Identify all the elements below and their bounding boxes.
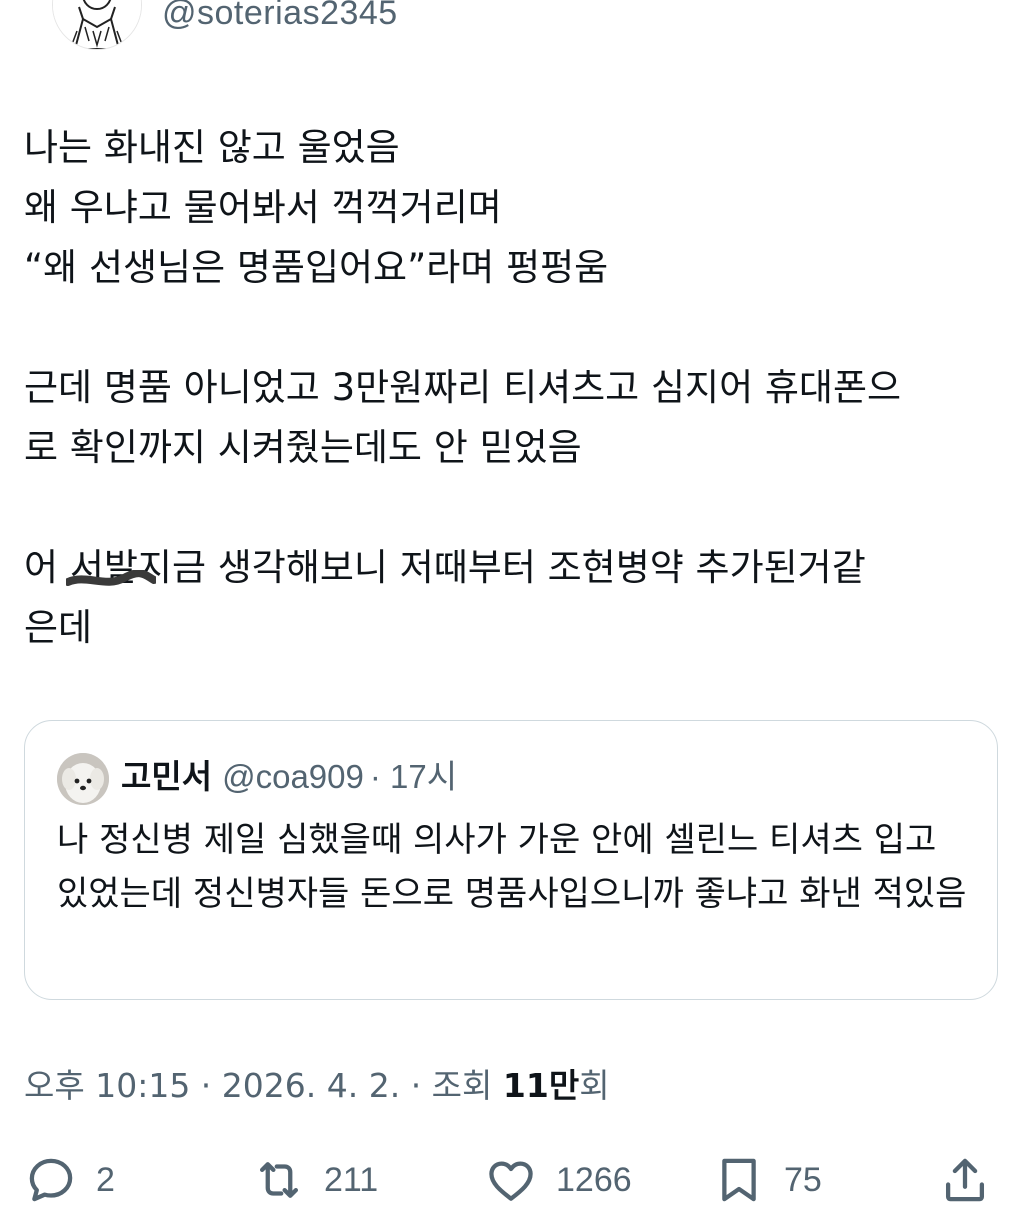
quote-avatar[interactable] — [57, 753, 109, 805]
bookmark-count: 75 — [784, 1160, 822, 1199]
share-button[interactable] — [938, 1148, 1010, 1212]
retweet-icon — [259, 1162, 299, 1198]
retweet-count: 211 — [324, 1160, 379, 1199]
tweet-paragraph-1: 나는 화내진 않고 울었음 왜 우냐고 물어봐서 꺽꺽거리며 “왜 선생님은 명… — [24, 126, 609, 289]
bookmark-icon — [722, 1158, 756, 1202]
reply-icon — [29, 1158, 73, 1202]
bookmark-button[interactable]: 75 — [712, 1148, 822, 1212]
tweet-timestamp[interactable]: 오후 10:15 · 2026. 4. 2. · 조회 — [24, 1066, 503, 1105]
quote-header: 고민서 @coa909 · 17시 — [121, 755, 457, 799]
quote-text: 나 정신병 제일 심했을때 의사가 가운 안에 셀린느 티셔츠 입고있었는데 정… — [57, 820, 967, 914]
tweet-text: 나는 화내진 않고 울었음 왜 우냐고 물어봐서 꺽꺽거리며 “왜 선생님은 명… — [24, 118, 1004, 658]
share-icon — [945, 1158, 985, 1202]
quoted-tweet[interactable]: 고민서 @coa909 · 17시 나 정신병 제일 심했을때 의사가 가운 안에 … — [24, 720, 998, 1000]
author-handle[interactable]: @soterias2345 — [162, 0, 398, 33]
like-count: 1266 — [556, 1160, 632, 1199]
view-count: 11만 — [502, 1066, 580, 1105]
tweet-paragraph-2: 근데 명품 아니었고 3만원짜리 티셔츠고 심지어 휴대폰으 로 확인까지 시켜… — [24, 366, 902, 469]
tweet-paragraph-3: 어 서발 지금 생각해보니 저때부터 조현병약 추가된거같 은데 — [24, 538, 1004, 658]
scribbled-word: 서발 — [65, 546, 156, 589]
author-avatar[interactable] — [52, 0, 142, 50]
reply-button[interactable]: 2 — [24, 1148, 115, 1212]
reply-count: 2 — [96, 1160, 115, 1199]
view-count-suffix: 회 — [579, 1066, 610, 1105]
quote-author-name[interactable]: 고민서 — [121, 757, 212, 796]
like-icon — [489, 1161, 533, 1201]
action-bar: 2 211 1266 75 — [0, 1148, 1024, 1212]
like-button[interactable]: 1266 — [484, 1148, 632, 1212]
quote-author-handle[interactable]: @coa909 — [222, 758, 364, 795]
retweet-button[interactable]: 211 — [252, 1148, 378, 1212]
quote-time: · 17시 — [369, 758, 458, 795]
scribbled-word-text: 서발 — [69, 546, 138, 589]
tweet-p3-end: 지금 생각해보니 저때부터 조현병약 추가된거같 은데 — [24, 546, 866, 649]
tweet-p3-start: 어 — [24, 546, 70, 589]
tweet-meta: 오후 10:15 · 2026. 4. 2. · 조회 11만회 — [24, 1062, 610, 1110]
